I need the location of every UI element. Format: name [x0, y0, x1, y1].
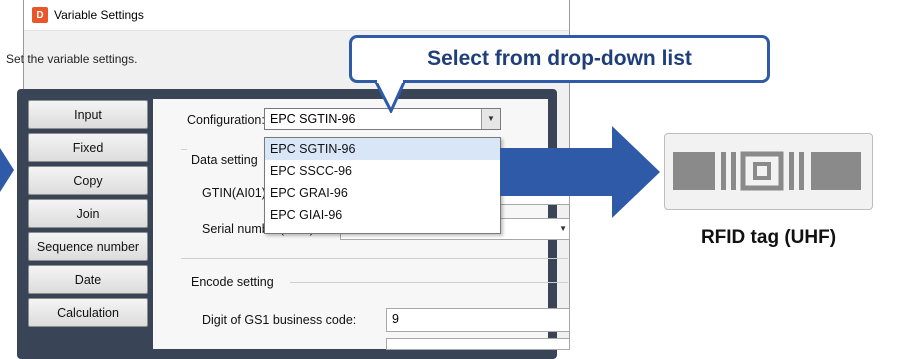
data-setting-group-label: Data setting [191, 153, 258, 167]
tab-input[interactable]: Input [28, 100, 148, 129]
variable-type-tabs: Input Fixed Copy Join Sequence number Da… [28, 100, 148, 331]
configuration-dropdown-list: EPC SGTIN-96 EPC SSCC-96 EPC GRAI-96 EPC… [264, 137, 501, 234]
serial-chevron-down-icon: ▼ [559, 224, 567, 233]
configuration-selected-value: EPC SGTIN-96 [270, 112, 356, 126]
encode-setting-group-label: Encode setting [191, 275, 278, 289]
chevron-down-icon[interactable]: ▼ [481, 109, 500, 129]
app-icon: D [32, 7, 48, 23]
encode-setting-divider [181, 258, 568, 259]
left-arrow-shape [0, 148, 14, 192]
callout-box: Select from drop-down list [349, 35, 770, 83]
dropdown-option[interactable]: EPC SGTIN-96 [265, 138, 500, 160]
data-setting-group-line [181, 149, 187, 150]
tab-date[interactable]: Date [28, 265, 148, 294]
app-icon-text: D [36, 9, 44, 21]
tab-fixed[interactable]: Fixed [28, 133, 148, 162]
callout-text: Select from drop-down list [427, 47, 692, 70]
tab-calculation[interactable]: Calculation [28, 298, 148, 327]
tab-copy[interactable]: Copy [28, 166, 148, 195]
title-bar: D Variable Settings [24, 0, 569, 31]
dropdown-option[interactable]: EPC SSCC-96 [265, 160, 500, 182]
next-field-input[interactable] [386, 338, 570, 350]
encode-setting-group-line [290, 282, 568, 283]
rfid-antenna-icon [673, 151, 861, 191]
window-title: Variable Settings [54, 8, 144, 22]
gs1-digit-value: 9 [392, 312, 399, 326]
callout-pointer [375, 80, 405, 113]
tab-sequence-number[interactable]: Sequence number [28, 232, 148, 261]
dropdown-option[interactable]: EPC GIAI-96 [265, 204, 500, 226]
instruction-text: Set the variable settings. [6, 52, 138, 66]
configuration-label: Configuration: [187, 113, 265, 127]
gs1-digit-input[interactable]: 9 [386, 308, 570, 332]
right-arrow-shape [500, 126, 660, 218]
dropdown-option[interactable]: EPC GRAI-96 [265, 182, 500, 204]
gtin-label: GTIN(AI01): [202, 186, 270, 200]
rfid-tag-caption: RFID tag (UHF) [700, 227, 837, 248]
tab-join[interactable]: Join [28, 199, 148, 228]
gs1-digit-label: Digit of GS1 business code: [202, 313, 357, 327]
rfid-tag-image [664, 133, 873, 210]
